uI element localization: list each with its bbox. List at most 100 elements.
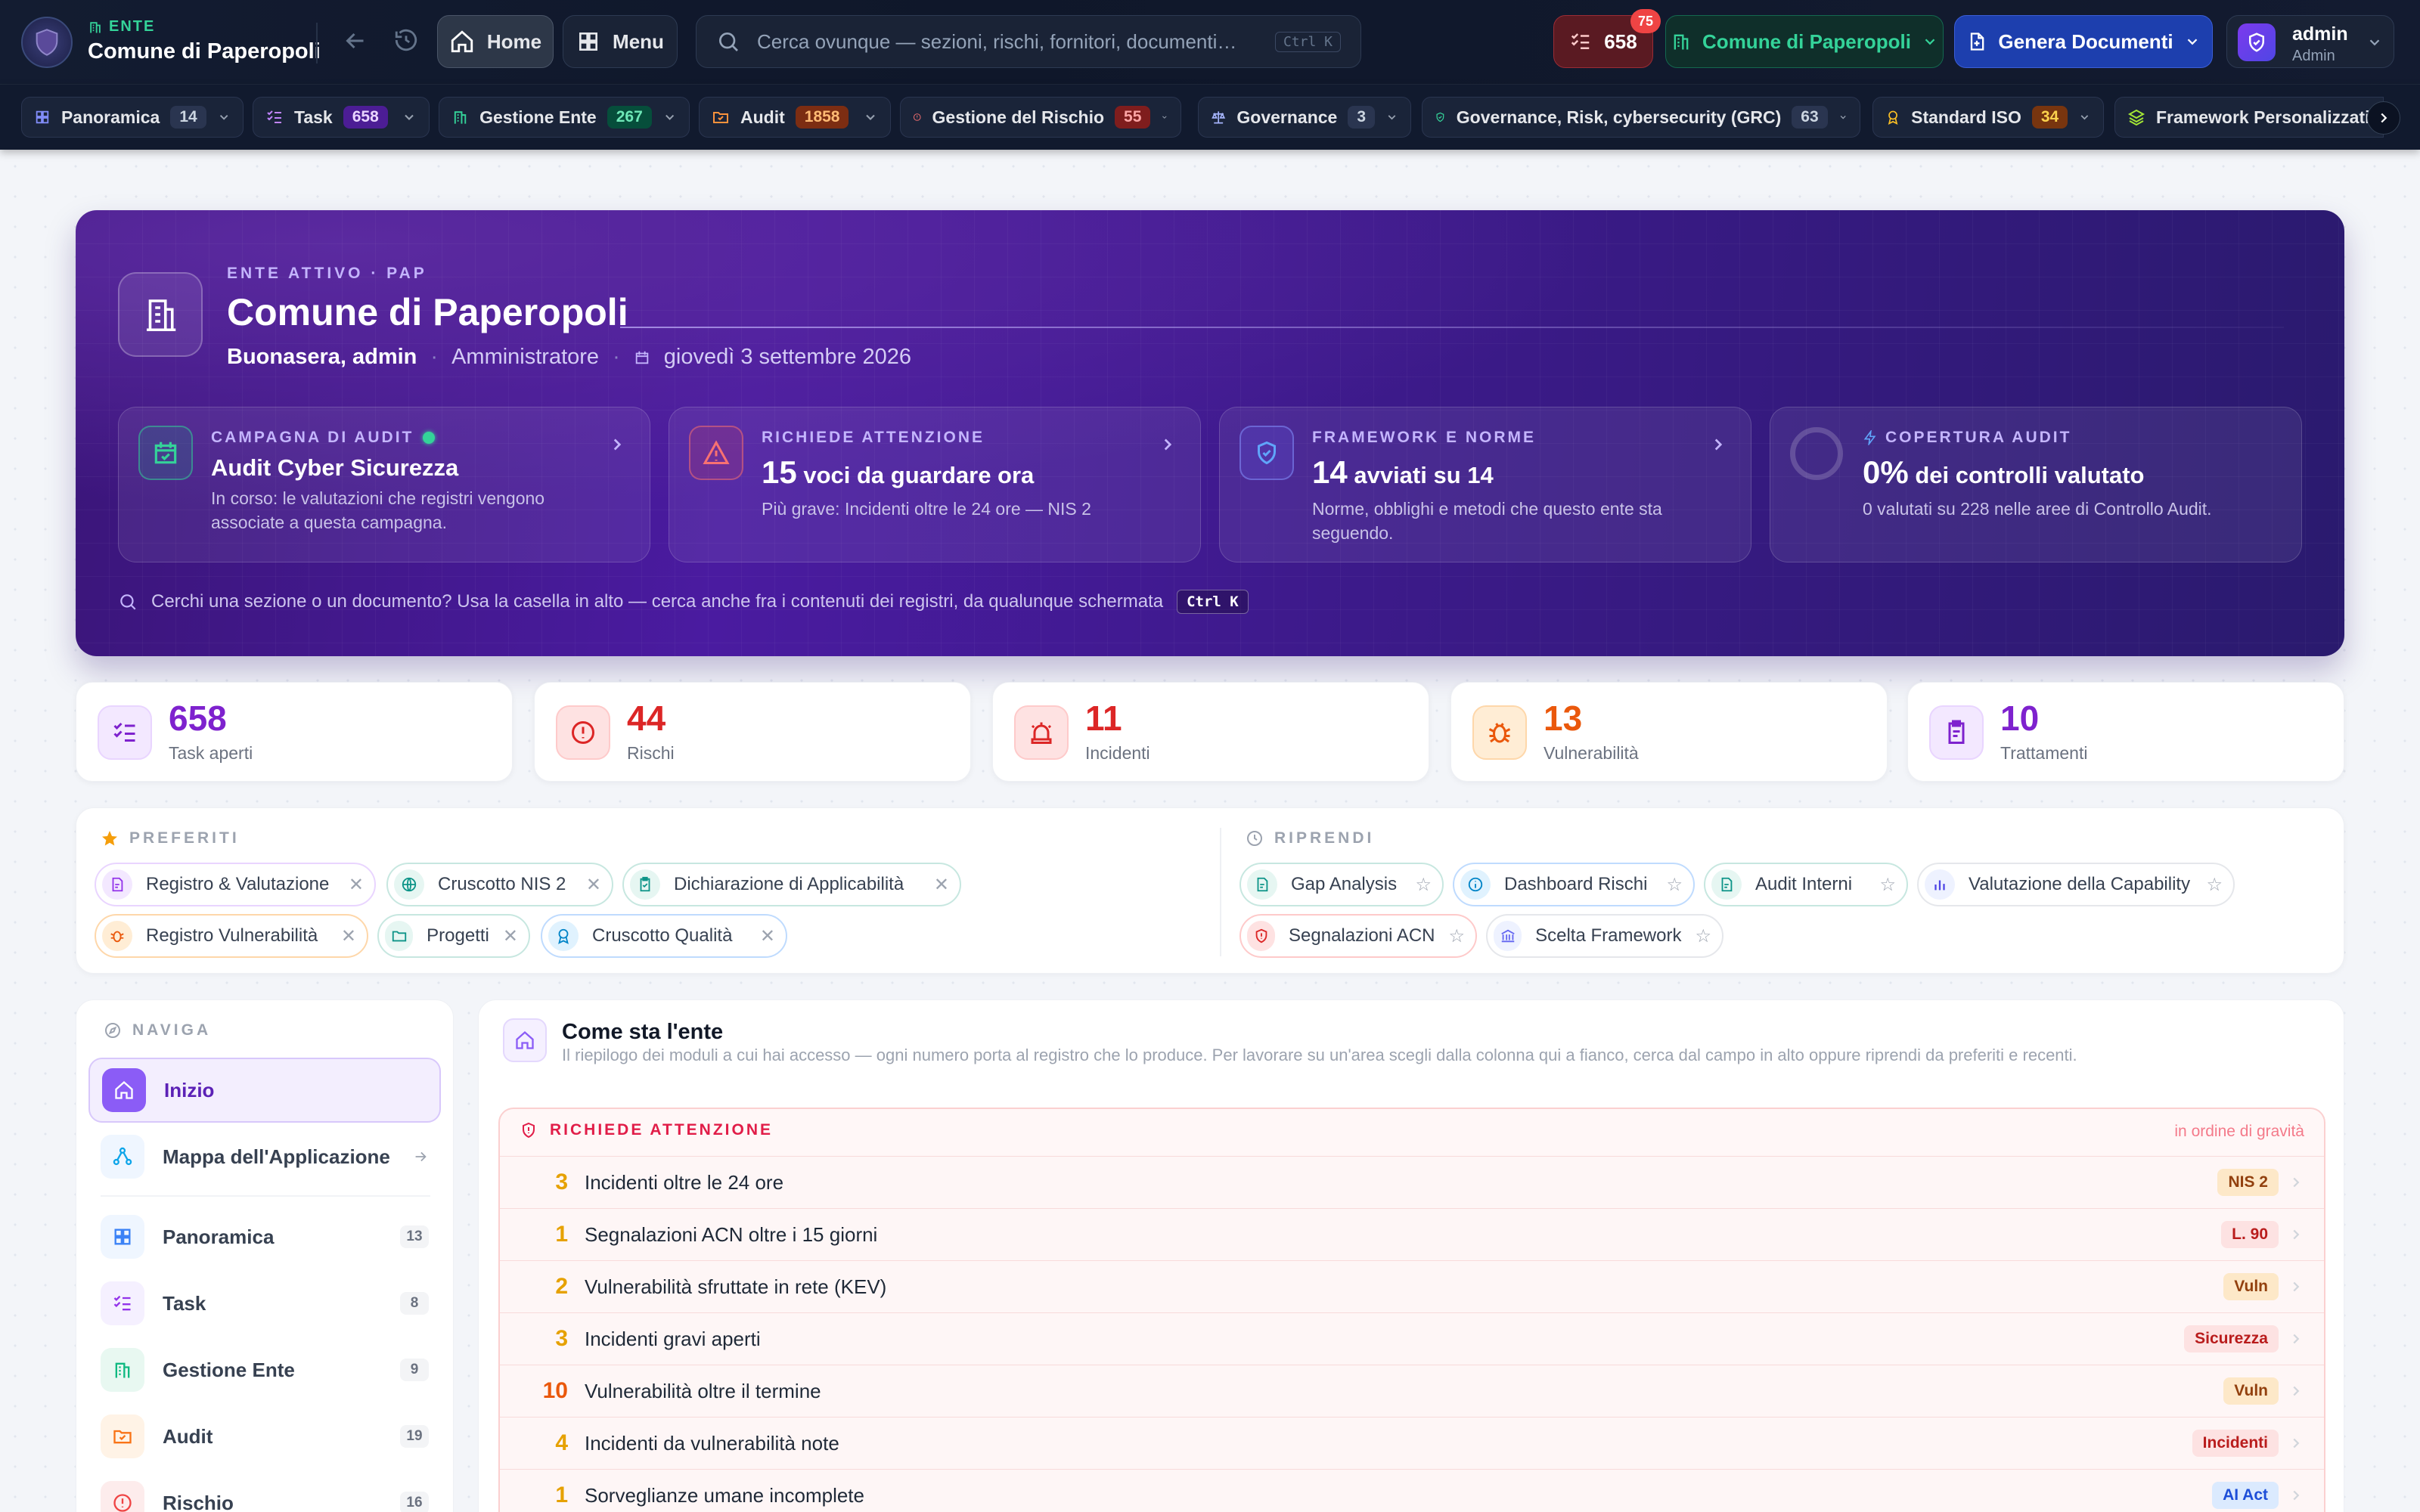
chevron-down-icon xyxy=(2369,39,2380,46)
sidebar-item-audit[interactable]: Audit 19 xyxy=(88,1404,441,1469)
favorite-item[interactable]: Cruscotto NIS 2 ✕ xyxy=(386,863,613,906)
building-icon xyxy=(454,111,467,124)
attention-row[interactable]: 3 Incidenti oltre le 24 ore NIS 2 xyxy=(500,1156,2324,1208)
arrow-left-icon xyxy=(346,33,364,49)
favorite-item[interactable]: Registro Vulnerabilità ✕ xyxy=(95,914,368,958)
recent-item[interactable]: Valutazione della Capability ☆ xyxy=(1917,863,2235,906)
add-favorite-button[interactable]: ☆ xyxy=(1695,925,1711,947)
badge: Vuln xyxy=(2223,1273,2279,1300)
status-dot xyxy=(423,432,436,444)
attention-row[interactable]: 1 Sorveglianze umane incomplete AI Act xyxy=(500,1469,2324,1512)
entity-logo[interactable] xyxy=(21,17,73,68)
nav-gestione-rischio[interactable]: Gestione del Rischio 55 xyxy=(900,97,1181,138)
stat-incidenti[interactable]: 11 Incidenti xyxy=(992,682,1429,782)
favorite-item[interactable]: Registro & Valutazione ✕ xyxy=(95,863,376,906)
search-input[interactable]: Cerca ovunque — sezioni, rischi, fornito… xyxy=(757,30,1236,54)
add-favorite-button[interactable]: ☆ xyxy=(1415,874,1432,896)
recent-item[interactable]: Segnalazioni ACN ☆ xyxy=(1239,914,1477,958)
document-icon xyxy=(102,869,132,900)
nav-task[interactable]: Task 658 xyxy=(253,97,430,138)
menu-button[interactable]: Menu xyxy=(563,15,678,68)
sidebar-item-rischio[interactable]: Rischio 16 xyxy=(88,1470,441,1512)
attention-order: in ordine di gravità xyxy=(2174,1123,2304,1140)
nav-scroll-right-button[interactable] xyxy=(2367,101,2400,135)
stat-trattamenti[interactable]: 10 Trattamenti xyxy=(1907,682,2344,782)
recent-item[interactable]: Dashboard Rischi ☆ xyxy=(1453,863,1695,906)
badge: AI Act xyxy=(2212,1482,2279,1509)
global-search[interactable]: Cerca ovunque — sezioni, rischi, fornito… xyxy=(696,15,1361,68)
badge: L. 90 xyxy=(2221,1221,2279,1248)
shield-check-icon xyxy=(1239,426,1294,480)
generate-documents-label: Genera Documenti xyxy=(1998,29,2173,53)
add-favorite-button[interactable]: ☆ xyxy=(1666,874,1683,896)
add-favorite-button[interactable]: ☆ xyxy=(1879,874,1896,896)
chevron-right-icon xyxy=(2293,1386,2300,1396)
attention-row[interactable]: 3 Incidenti gravi aperti Sicurezza xyxy=(500,1312,2324,1365)
hero-panel: ENTE ATTIVO · PAP Comune di Paperopoli B… xyxy=(76,210,2344,656)
chevron-down-icon xyxy=(2080,115,2089,120)
stat-task[interactable]: 658 Task aperti xyxy=(76,682,513,782)
attention-list: RICHIEDE ATTENZIONE in ordine di gravità… xyxy=(498,1108,2325,1512)
favorite-item[interactable]: Cruscotto Qualità ✕ xyxy=(541,914,787,958)
ente-name: Comune di Paperopoli xyxy=(88,39,321,64)
nav-governance[interactable]: Governance 3 xyxy=(1198,97,1411,138)
stat-vulnerabilita[interactable]: 13 Vulnerabilità xyxy=(1450,682,1888,782)
home-icon xyxy=(451,30,473,53)
generate-documents-button[interactable]: Genera Documenti xyxy=(1954,15,2213,68)
favorite-item[interactable]: Dichiarazione di Applicabilità ✕ xyxy=(622,863,961,906)
nav-panoramica[interactable]: Panoramica 14 xyxy=(21,97,244,138)
add-favorite-button[interactable]: ☆ xyxy=(1448,925,1465,947)
user-name: admin xyxy=(2292,23,2348,45)
folder-check-icon xyxy=(713,112,728,123)
siren-icon xyxy=(1014,705,1069,760)
sidebar-item-panoramica[interactable]: Panoramica 13 xyxy=(88,1204,441,1269)
attention-row[interactable]: 4 Incidenti da vulnerabilità note Inciden… xyxy=(500,1417,2324,1469)
attention-row[interactable]: 1 Segnalazioni ACN oltre i 15 giorni L. 9… xyxy=(500,1208,2324,1260)
sidebar-item-mappa[interactable]: Mappa dell'Applicazione xyxy=(88,1124,441,1189)
chevron-down-icon xyxy=(1925,39,1935,45)
remove-favorite-button[interactable]: ✕ xyxy=(349,874,364,896)
award-icon xyxy=(548,921,579,951)
add-favorite-button[interactable]: ☆ xyxy=(2206,874,2223,896)
home-button[interactable]: Home xyxy=(437,15,554,68)
nav-grc[interactable]: Governance, Risk, cybersecurity (GRC) 63 xyxy=(1422,97,1860,138)
arrow-right-icon xyxy=(415,1151,427,1162)
recent-item[interactable]: Audit Interni ☆ xyxy=(1704,863,1908,906)
nav-standard-iso[interactable]: Standard ISO 34 xyxy=(1872,97,2104,138)
audit-coverage-card[interactable]: COPERTURA AUDIT 0% dei controlli valutat… xyxy=(1770,407,2302,562)
history-button[interactable] xyxy=(393,27,419,53)
document-icon xyxy=(1247,869,1277,900)
remove-favorite-button[interactable]: ✕ xyxy=(586,874,601,896)
audit-campaign-card[interactable]: CAMPAGNA DI AUDIT Audit Cyber Sicurezza … xyxy=(118,407,650,562)
alert-circle-icon xyxy=(101,1481,144,1512)
back-button[interactable] xyxy=(342,27,369,54)
history-icon xyxy=(395,29,417,51)
chevron-right-icon xyxy=(2293,1438,2300,1448)
lightning-icon xyxy=(1863,430,1876,445)
attention-row[interactable]: 2 Vulnerabilità sfruttate in rete (KEV) V… xyxy=(500,1260,2324,1312)
favorite-item[interactable]: Progetti ✕ xyxy=(377,914,530,958)
nav-audit[interactable]: Audit 1858 xyxy=(699,97,891,138)
sidebar-item-inizio[interactable]: Inizio xyxy=(88,1058,441,1123)
stat-rischi[interactable]: 44 Rischi xyxy=(534,682,971,782)
main-panel: Come sta l'ente Il riepilogo dei moduli … xyxy=(478,999,2344,1512)
remove-favorite-button[interactable]: ✕ xyxy=(760,925,775,947)
chevron-down-icon xyxy=(2187,39,2197,45)
chevron-down-icon xyxy=(219,115,228,120)
tasks-notification-badge: 75 xyxy=(1630,9,1661,33)
nav-framework-personalizzati[interactable]: Framework Personalizzati xyxy=(2114,97,2384,138)
attention-card[interactable]: RICHIEDE ATTENZIONE 15 voci da guardare … xyxy=(669,407,1201,562)
attention-row[interactable]: 10 Vulnerabilità oltre il termine Vuln xyxy=(500,1365,2324,1417)
remove-favorite-button[interactable]: ✕ xyxy=(341,925,356,947)
entity-selector[interactable]: Comune di Paperopoli xyxy=(1665,15,1944,68)
user-menu[interactable]: admin Admin xyxy=(2226,15,2394,68)
sidebar-item-task[interactable]: Task 8 xyxy=(88,1271,441,1336)
remove-favorite-button[interactable]: ✕ xyxy=(503,925,518,947)
recent-item[interactable]: Scelta Framework ☆ xyxy=(1486,914,1723,958)
frameworks-card[interactable]: FRAMEWORK E NORME 14 avviati su 14 Norme… xyxy=(1219,407,1751,562)
nav-gestione-ente[interactable]: Gestione Ente 267 xyxy=(439,97,690,138)
remove-favorite-button[interactable]: ✕ xyxy=(934,874,949,896)
sidebar-item-gestione-ente[interactable]: Gestione Ente 9 xyxy=(88,1337,441,1402)
recent-item[interactable]: Gap Analysis ☆ xyxy=(1239,863,1444,906)
building-icon xyxy=(90,21,101,33)
